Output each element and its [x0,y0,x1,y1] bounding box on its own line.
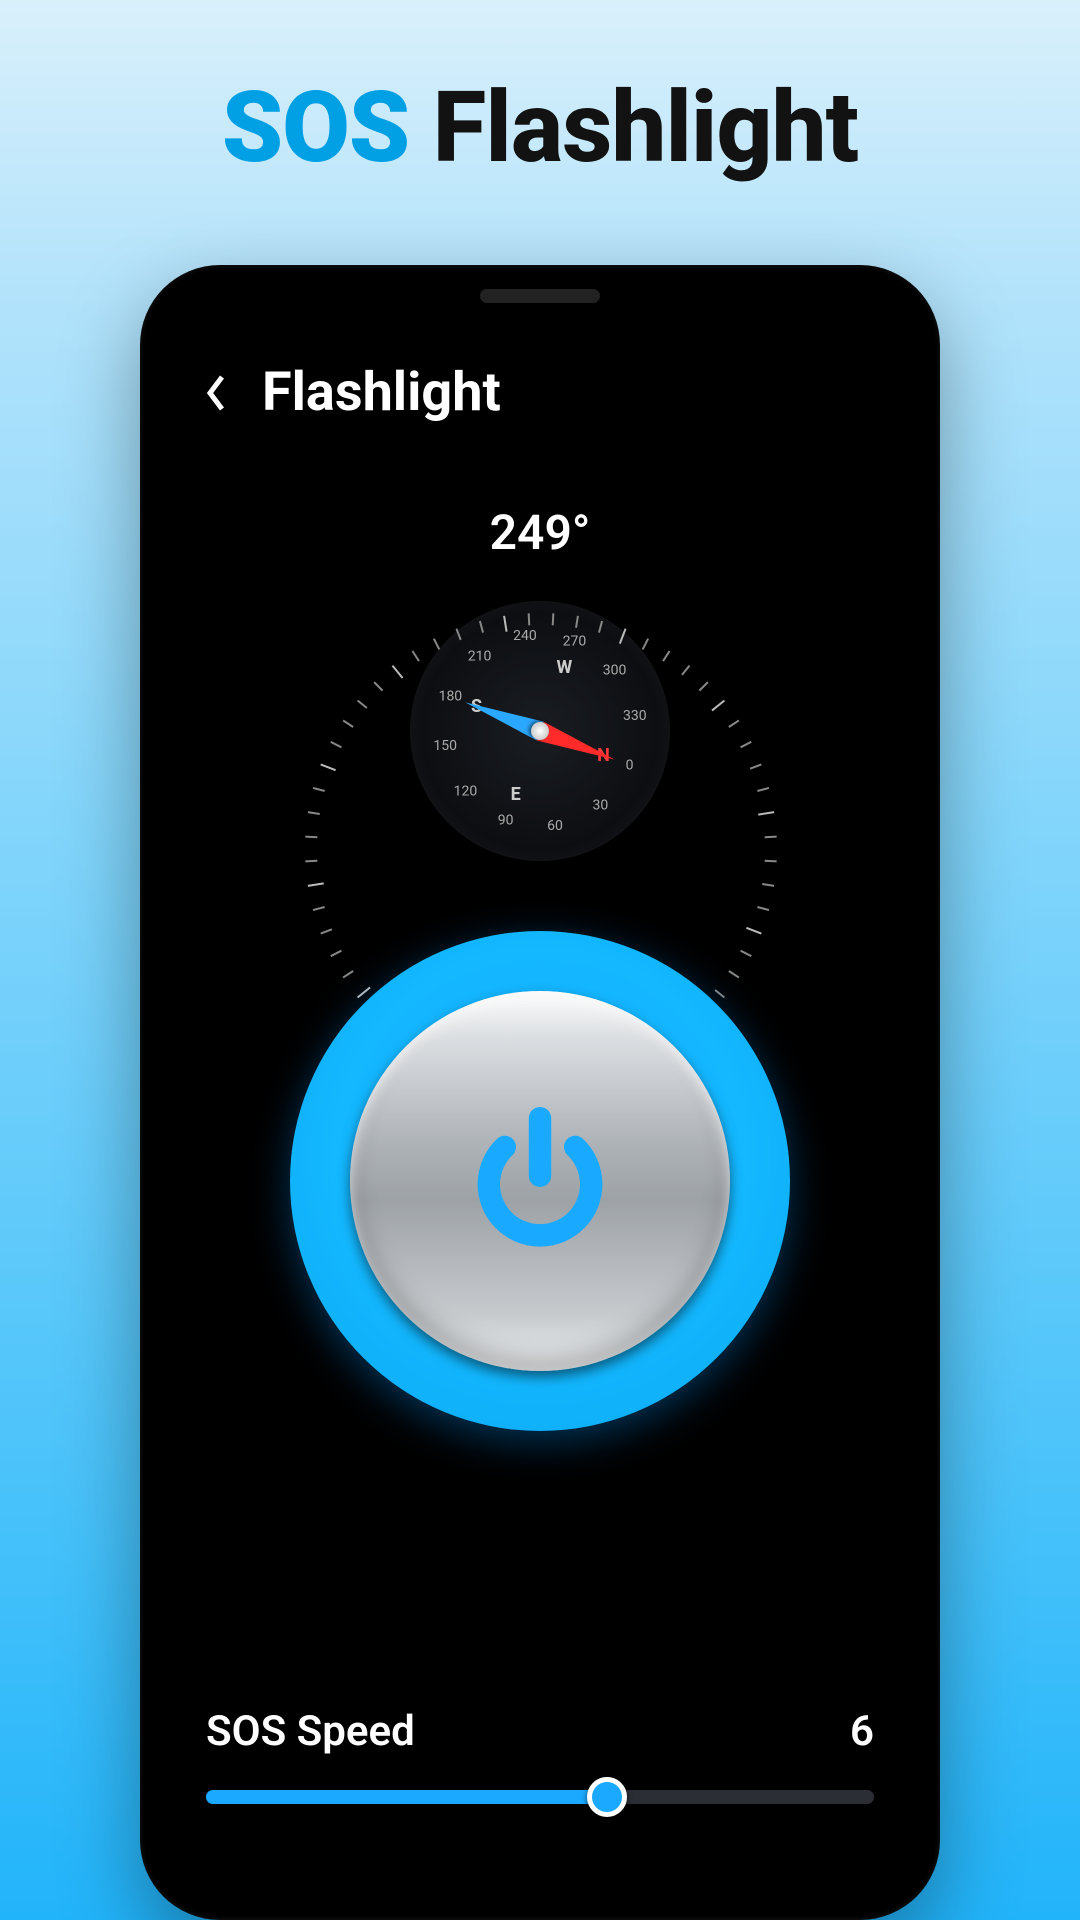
slider-fill [206,1790,607,1804]
sos-speed-label: SOS Speed [206,1707,415,1756]
compass-deg-label: 300 [603,663,627,679]
screen-title: Flashlight [262,361,501,424]
phone-notch [480,289,600,303]
sos-speed-row: SOS Speed 6 [206,1707,874,1756]
compass-deg-label: 30 [593,798,609,814]
power-icon [460,1099,620,1263]
sos-speed-slider[interactable] [206,1790,874,1804]
compass-deg-label: 60 [547,818,563,834]
power-button-face [350,991,730,1371]
compass-deg-label: 90 [498,813,514,829]
compass-deg-label: 180 [439,689,463,705]
promo-rest: Flashlight [409,70,858,185]
compass-deg-label: 240 [513,628,537,644]
app-screen: Flashlight 249° WSEN33030027024021018015… [156,281,924,1904]
compass-deg-label: 120 [454,783,478,799]
compass-deg-label: 330 [623,708,647,724]
power-button[interactable] [290,931,790,1431]
compass-deg-label: 150 [433,738,457,754]
app-header: Flashlight [196,361,884,424]
promo-accent: SOS [222,70,409,185]
compass-deg-label: 210 [468,648,492,664]
compass-deg-label: 0 [626,757,634,773]
power-button-container [196,931,884,1431]
compass-deg-label: 270 [563,633,587,649]
back-icon[interactable] [196,373,236,413]
sos-speed-value: 6 [850,1707,874,1756]
compass-heading-readout: 249° [196,504,884,561]
sos-speed-section: SOS Speed 6 [196,1707,884,1864]
slider-thumb[interactable] [587,1777,627,1817]
compass-container: WSEN3303002702402101801501209060300 [196,601,884,861]
compass-dial[interactable]: WSEN3303002702402101801501209060300 [410,601,670,861]
compass-cardinal-w: W [556,657,572,678]
promo-title: SOS Flashlight [222,70,858,185]
phone-frame: Flashlight 249° WSEN33030027024021018015… [140,265,940,1920]
compass-cardinal-e: E [511,784,521,805]
